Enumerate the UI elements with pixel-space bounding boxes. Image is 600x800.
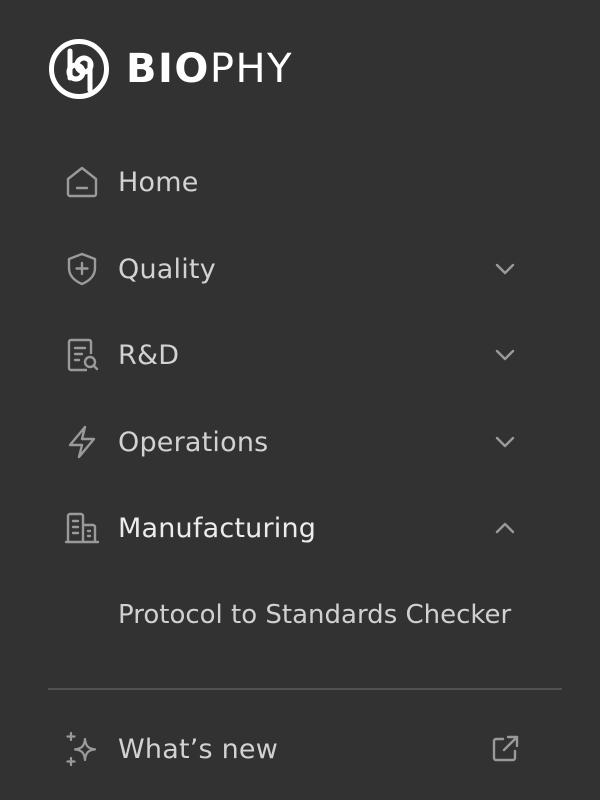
brand-logo[interactable]: BIOPHY: [48, 38, 293, 100]
nav-label-home: Home: [118, 166, 199, 198]
nav-item-quality[interactable]: Quality: [48, 237, 560, 301]
nav-label-quality: Quality: [118, 253, 216, 285]
nav-item-operations[interactable]: Operations: [48, 410, 560, 474]
sidebar: BIOPHY Home Quality R&D Operations Manuf…: [0, 0, 600, 800]
divider: [48, 688, 562, 690]
nav-item-manufacturing[interactable]: Manufacturing: [48, 496, 560, 560]
document-search-icon: [67, 338, 99, 372]
chevron-down-icon[interactable]: [494, 435, 516, 449]
nav-label-operations: Operations: [118, 426, 269, 458]
lightning-icon: [68, 425, 96, 459]
chevron-down-icon[interactable]: [494, 262, 516, 276]
nav-label-whats-new: What’s new: [118, 733, 278, 765]
brand-name-light: PHY: [209, 46, 294, 92]
biophy-logo-icon: [49, 39, 109, 99]
brand-name: BIOPHY: [126, 49, 293, 89]
external-link-icon[interactable]: [490, 734, 520, 764]
nav-item-home[interactable]: Home: [48, 150, 560, 214]
sparkles-icon: [66, 731, 97, 767]
building-icon: [64, 512, 100, 544]
nav-item-whats-new[interactable]: What’s new: [48, 717, 560, 781]
shield-plus-icon: [67, 252, 97, 286]
nav-label-rnd: R&D: [118, 339, 180, 371]
nav-item-rnd[interactable]: R&D: [48, 323, 560, 387]
subnav-item-protocol-checker[interactable]: Protocol to Standards Checker: [118, 592, 511, 638]
nav-label-manufacturing: Manufacturing: [118, 512, 317, 544]
home-icon: [66, 166, 98, 198]
brand-name-bold: BIO: [126, 46, 210, 92]
chevron-up-icon[interactable]: [494, 521, 516, 535]
chevron-down-icon[interactable]: [494, 348, 516, 362]
